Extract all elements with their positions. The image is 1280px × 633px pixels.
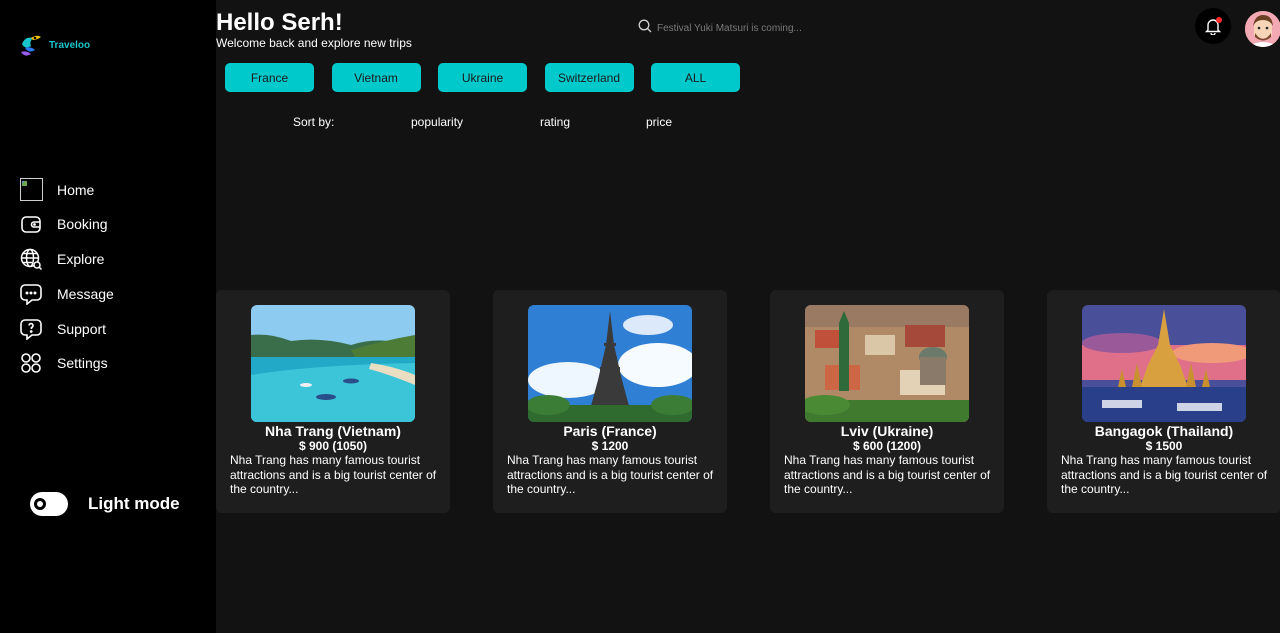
notification-button[interactable] [1195, 8, 1231, 44]
trip-image-beach [251, 305, 415, 422]
sidebar-item-label: Explore [57, 251, 105, 268]
filter-vietnam-button[interactable]: Vietnam [331, 63, 421, 92]
sidebar-item-label: Booking [57, 216, 108, 233]
light-mode-toggle[interactable] [30, 492, 68, 516]
chat-icon [19, 282, 43, 306]
trip-card[interactable]: Lviv (Ukraine) $ 600 (1200) Nha Trang ha… [770, 290, 1004, 513]
filter-ukraine-button[interactable]: Ukraine [438, 63, 527, 92]
brand-name: Traveloo [49, 39, 91, 51]
bird-logo-icon [21, 35, 41, 56]
search-icon [638, 19, 652, 38]
trip-image-temple [1082, 305, 1246, 422]
trip-description: Nha Trang has many famous tourist attrac… [507, 453, 714, 496]
sidebar-item-booking[interactable]: Booking [19, 213, 114, 236]
trip-price: $ 600 (1200) [852, 439, 922, 453]
mode-label: Light mode [88, 494, 180, 513]
trip-description: Nha Trang has many famous tourist attrac… [784, 453, 991, 496]
filter-france-button[interactable]: France [225, 63, 314, 92]
country-filters: France Vietnam Ukraine Switzerland ALL [225, 63, 758, 92]
trip-price: $ 1200 [591, 439, 629, 453]
sidebar-item-label: Home [57, 181, 95, 198]
help-chat-icon [19, 317, 43, 341]
filter-switzerland-button[interactable]: Switzerland [544, 63, 634, 92]
sidebar-item-support[interactable]: Support [19, 317, 114, 340]
trip-card[interactable]: Bangagok (Thailand) $ 1500 Nha Trang has… [1047, 290, 1280, 513]
trip-card[interactable]: Paris (France) $ 1200 Nha Trang has many… [493, 290, 727, 513]
sidebar-item-label: Settings [57, 355, 108, 372]
sidebar-nav: Home Booking Explore Message Support Set… [19, 178, 114, 387]
search-bar [638, 19, 857, 38]
sidebar-item-settings[interactable]: Settings [19, 352, 114, 375]
sort-popularity-option[interactable]: popularity [411, 115, 463, 129]
search-input[interactable] [652, 23, 857, 34]
sidebar: Traveloo Home Booking Explore Message Su… [0, 0, 216, 633]
sidebar-item-message[interactable]: Message [19, 282, 114, 305]
trip-card[interactable]: Nha Trang (Vietnam) $ 900 (1050) Nha Tra… [216, 290, 450, 513]
sidebar-item-explore[interactable]: Explore [19, 248, 114, 271]
brand-logo[interactable]: Traveloo [19, 32, 90, 58]
sidebar-item-label: Message [57, 285, 114, 302]
toggle-knob [34, 498, 46, 510]
trip-price: $ 1500 [1145, 439, 1183, 453]
avatar[interactable] [1245, 11, 1280, 47]
trip-price: $ 900 (1050) [298, 439, 368, 453]
globe-search-icon [19, 247, 43, 271]
trip-image-eiffel [528, 305, 692, 422]
greeting: Hello Serh! Welcome back and explore new… [216, 8, 412, 50]
page-title: Hello Serh! [216, 9, 343, 36]
grid-icon [19, 351, 43, 375]
sidebar-item-label: Support [57, 320, 107, 337]
sort-rating-option[interactable]: rating [540, 115, 570, 129]
trip-image-lviv [805, 305, 969, 422]
trip-title: Paris (France) [563, 423, 657, 439]
notification-dot [1216, 17, 1222, 23]
user-avatar-icon [1245, 11, 1280, 47]
trip-title: Lviv (Ukraine) [840, 423, 934, 439]
page-subtitle: Welcome back and explore new trips [216, 36, 412, 50]
sidebar-item-home[interactable]: Home [19, 178, 114, 201]
sort-label: Sort by: [293, 115, 335, 129]
filter-all-button[interactable]: ALL [651, 63, 740, 92]
trip-description: Nha Trang has many famous tourist attrac… [1061, 453, 1268, 496]
trip-title: Bangagok (Thailand) [1094, 423, 1234, 439]
mode-switch: Light mode [30, 492, 180, 516]
wallet-icon [19, 212, 43, 236]
home-image-icon [19, 178, 43, 202]
trip-title: Nha Trang (Vietnam) [265, 423, 401, 439]
sort-price-option[interactable]: price [646, 115, 672, 129]
trip-description: Nha Trang has many famous tourist attrac… [230, 453, 437, 496]
